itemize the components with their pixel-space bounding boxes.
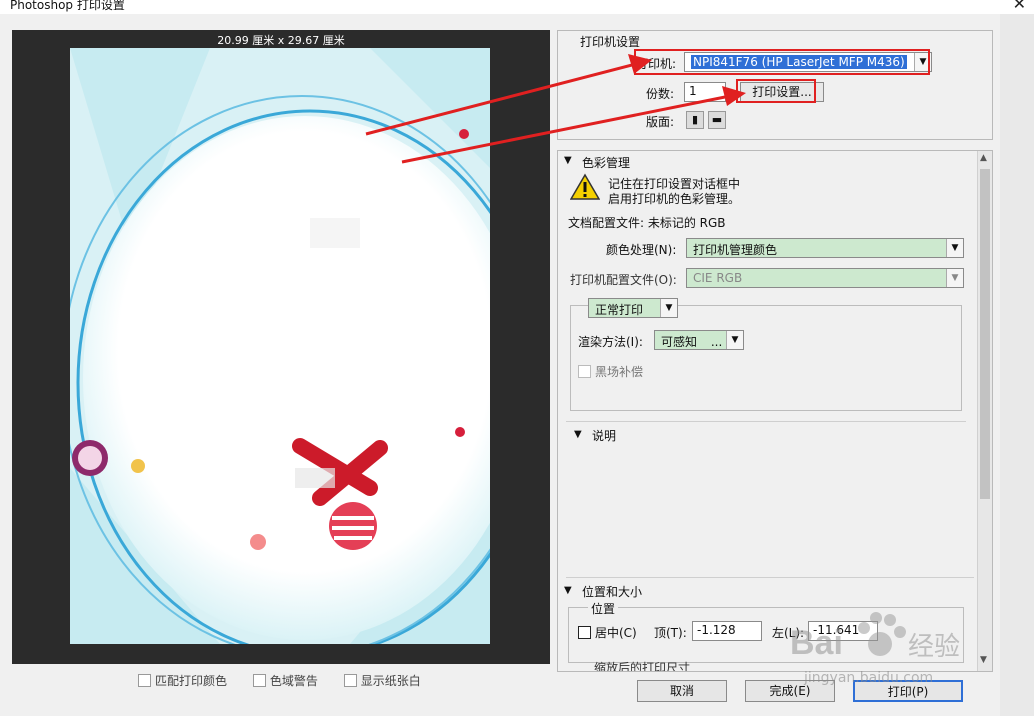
paw-icon	[858, 612, 906, 656]
watermark-brand-2: 经验	[908, 632, 961, 662]
watermark-brand: Bai	[790, 624, 843, 662]
watermark-url: jingyan.baidu.com	[804, 670, 934, 686]
baidu-watermark: Bai 经验 jingyan.baidu.com	[790, 604, 990, 694]
